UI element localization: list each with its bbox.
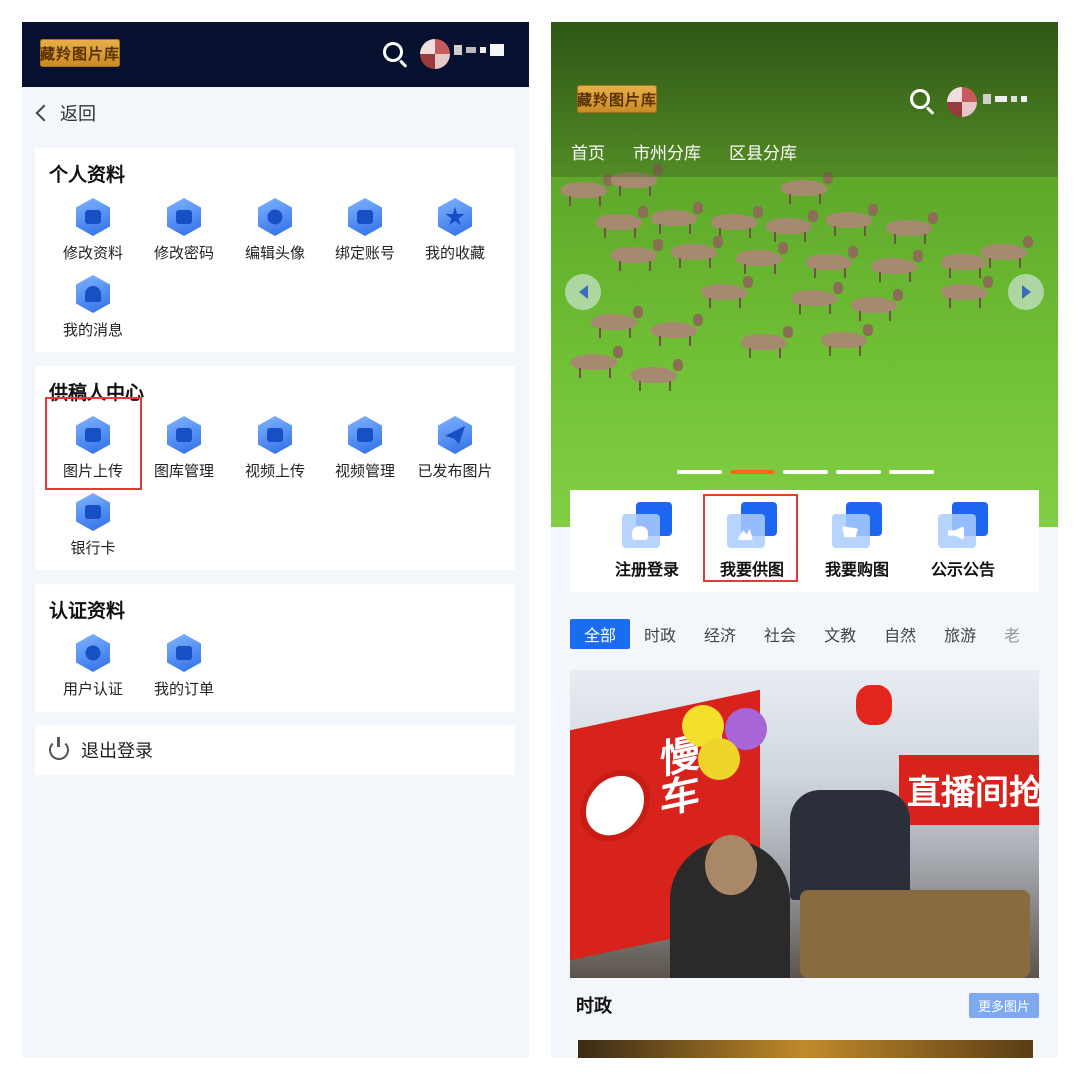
search-icon[interactable]: [382, 41, 408, 68]
nav-county-library[interactable]: 区县分库: [729, 139, 797, 164]
video-upload-icon: [258, 416, 292, 454]
link-icon: [348, 198, 382, 236]
highlight-supply-image: [703, 494, 798, 582]
announcement-button[interactable]: 公示公告: [915, 502, 1011, 580]
section-title: 时政: [576, 996, 612, 1017]
power-icon: [49, 737, 69, 760]
logo[interactable]: 藏羚图片库: [40, 39, 120, 67]
edit-avatar-item[interactable]: 编辑头像: [230, 198, 320, 263]
edit-profile-item[interactable]: 修改资料: [48, 198, 138, 263]
more-images-button[interactable]: 更多图片: [968, 992, 1039, 1018]
username-blurred: [454, 44, 504, 56]
avatar[interactable]: [420, 39, 450, 69]
logout-button[interactable]: 退出登录: [35, 725, 515, 775]
user-verify-item[interactable]: 用户认证: [48, 634, 138, 699]
certification-card: 认证资料 用户认证 我的订单: [35, 584, 515, 712]
carousel-indicators: [677, 470, 934, 474]
profile-card: 个人资料 修改资料 修改密码 编辑头像 绑定账号 我的收藏 我的消息: [35, 148, 515, 352]
gallery-manage-item[interactable]: 图库管理: [139, 416, 229, 481]
seal-emblem: [580, 763, 650, 849]
change-password-item[interactable]: 修改密码: [139, 198, 229, 263]
logo[interactable]: 藏羚图片库: [577, 85, 657, 113]
lantern: [856, 685, 892, 725]
register-login-icon: [622, 502, 672, 548]
my-orders-item[interactable]: 我的订单: [139, 634, 229, 699]
main-nav: 首页 市州分库 区县分库: [571, 139, 797, 164]
my-messages-item[interactable]: 我的消息: [48, 275, 138, 340]
star-icon: [438, 198, 472, 236]
lock-icon: [167, 198, 201, 236]
logout-label: 退出登录: [81, 741, 153, 762]
section-header: 时政 更多图片: [576, 992, 1039, 1018]
tab-clipped[interactable]: 老: [990, 619, 1020, 649]
chevron-left-icon: [578, 285, 588, 299]
bank-card-item[interactable]: 银行卡: [48, 493, 138, 558]
carousel-next-button[interactable]: [1008, 274, 1044, 310]
carousel-dot-active[interactable]: [730, 470, 775, 474]
video-manage-icon: [348, 416, 382, 454]
tab-all[interactable]: 全部: [570, 619, 631, 649]
register-login-button[interactable]: 注册登录: [599, 502, 695, 580]
profile-screen: 藏羚图片库 返回 个人资料 修改资料 修改密码 编辑头像 绑定账号 我的收藏 我…: [22, 22, 529, 1058]
chevron-left-icon: [35, 104, 53, 122]
tab-nature[interactable]: 自然: [870, 619, 916, 649]
nav-city-library[interactable]: 市州分库: [633, 139, 701, 164]
category-tabs: 全部 时政 经济 社会 文教 自然 旅游 老: [570, 619, 1020, 649]
bank-card-icon: [76, 493, 110, 531]
user-verify-icon: [76, 634, 110, 672]
nav-home[interactable]: 首页: [571, 139, 605, 164]
edit-profile-icon: [76, 198, 110, 236]
red-banner-right: 直播间抢购: [899, 755, 1039, 825]
home-screen: 藏羚图片库 首页 市州分库 区县分库 注册登录 我要供图 我要购图 公示公告 全…: [551, 22, 1058, 1058]
paper-plane-icon: [438, 416, 472, 454]
quick-actions: 注册登录 我要供图 我要购图 公示公告: [570, 490, 1039, 592]
top-bar: 藏羚图片库: [22, 22, 529, 87]
tab-culture-education[interactable]: 文教: [810, 619, 856, 649]
buy-image-button[interactable]: 我要购图: [809, 502, 905, 580]
back-label: 返回: [60, 104, 96, 125]
user-avatar-icon: [258, 198, 292, 236]
carousel-dot[interactable]: [889, 470, 934, 474]
tab-society[interactable]: 社会: [750, 619, 796, 649]
back-button[interactable]: 返回: [34, 100, 96, 126]
carousel-dot[interactable]: [836, 470, 881, 474]
video-manage-item[interactable]: 视频管理: [320, 416, 410, 481]
food-table: [800, 890, 1030, 978]
tab-politics[interactable]: 时政: [644, 619, 676, 649]
staff-group: [790, 790, 910, 900]
hero-carousel[interactable]: 藏羚图片库 首页 市州分库 区县分库: [551, 22, 1058, 527]
profile-title: 个人资料: [49, 164, 126, 186]
search-icon[interactable]: [909, 88, 935, 115]
avatar[interactable]: [947, 87, 977, 117]
published-images-item[interactable]: 已发布图片: [410, 416, 500, 481]
highlight-image-upload: [45, 397, 142, 490]
chevron-right-icon: [1021, 285, 1031, 299]
bind-account-item[interactable]: 绑定账号: [320, 198, 410, 263]
carousel-dot[interactable]: [783, 470, 828, 474]
featured-photo[interactable]: 慢火车 直播间抢购: [570, 670, 1039, 978]
tab-economy[interactable]: 经济: [690, 619, 736, 649]
certification-title: 认证资料: [49, 600, 126, 622]
tab-travel[interactable]: 旅游: [930, 619, 976, 649]
username-blurred: [983, 94, 1027, 104]
order-list-icon: [167, 634, 201, 672]
gallery-manage-icon: [167, 416, 201, 454]
buy-image-icon: [832, 502, 882, 548]
my-favorites-item[interactable]: 我的收藏: [410, 198, 500, 263]
video-upload-item[interactable]: 视频上传: [230, 416, 320, 481]
carousel-prev-button[interactable]: [565, 274, 601, 310]
bell-icon: [76, 275, 110, 313]
carousel-dot[interactable]: [677, 470, 722, 474]
next-photo-thumbnail[interactable]: [578, 1040, 1033, 1058]
announcement-icon: [938, 502, 988, 548]
